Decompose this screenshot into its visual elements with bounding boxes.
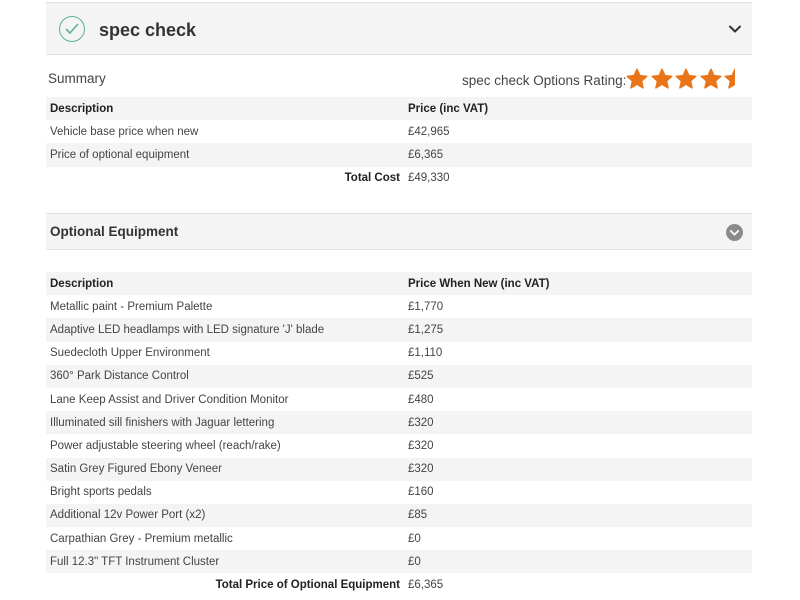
- table-row: Suedecloth Upper Environment £1,110: [46, 342, 752, 365]
- column-header-description: Description: [46, 97, 404, 121]
- row-description: Metallic paint - Premium Palette: [50, 300, 213, 313]
- row-price: £0: [408, 532, 421, 545]
- table-row: Bright sports pedals £160: [46, 481, 752, 504]
- star-icon: [675, 68, 697, 89]
- star-icon: [651, 68, 672, 89]
- total-cost-label: Total Cost: [344, 172, 400, 185]
- row-description: Additional 12v Power Port (x2): [46, 503, 404, 528]
- table-row: Full 12.3" TFT Instrument Cluster £0: [46, 550, 752, 574]
- total-optional-value: £6,365: [408, 579, 444, 592]
- row-price: £6,365: [404, 143, 752, 167]
- optional-equipment-table: Description Price When New (inc VAT) Met…: [46, 272, 752, 597]
- optional-equipment-title: Optional Equipment: [50, 224, 179, 239]
- table-row: Vehicle base price when new £42,965: [46, 120, 752, 143]
- table-row: Metallic paint - Premium Palette £1,770: [46, 295, 752, 318]
- row-description: Lane Keep Assist and Driver Condition Mo…: [50, 393, 289, 406]
- row-description: Price of optional equipment: [46, 143, 404, 167]
- column-header-price: Price (inc VAT): [404, 97, 752, 121]
- table-row: 360° Park Distance Control £525: [46, 364, 752, 388]
- header-title: spec check: [99, 20, 197, 40]
- table-header-row: Description Price When New (inc VAT): [46, 272, 752, 296]
- table-row: Satin Grey Figured Ebony Veneer £320: [46, 457, 752, 481]
- optional-equipment-header[interactable]: Optional Equipment: [46, 213, 752, 250]
- row-price: £1,770: [408, 300, 444, 313]
- row-price: £320: [408, 439, 434, 452]
- column-header-price: Price When New (inc VAT): [404, 272, 752, 296]
- total-row: Total Price of Optional Equipment £6,365: [46, 573, 752, 596]
- summary-label: Summary: [48, 71, 106, 86]
- row-price: £42,965: [408, 125, 450, 138]
- row-description: Bright sports pedals: [50, 486, 152, 499]
- row-description: Vehicle base price when new: [50, 125, 199, 138]
- star-icon: [724, 68, 735, 89]
- column-header-description: Description: [46, 272, 404, 296]
- rating-label: spec check Options Rating:: [462, 73, 627, 88]
- star-icon: [626, 68, 648, 89]
- table-row: Additional 12v Power Port (x2) £85: [46, 503, 752, 528]
- row-price: £1,275: [404, 318, 752, 342]
- row-description: Carpathian Grey - Premium metallic: [50, 532, 233, 545]
- summary-table: Description Price (inc VAT) Vehicle base…: [46, 97, 752, 190]
- chevron-down-icon[interactable]: [728, 24, 742, 34]
- row-description: Illuminated sill finishers with Jaguar l…: [46, 411, 404, 435]
- options-rating-stars: [626, 68, 749, 90]
- row-price: £525: [404, 364, 752, 388]
- table-row: Adaptive LED headlamps with LED signatur…: [46, 318, 752, 342]
- table-row: Illuminated sill finishers with Jaguar l…: [46, 411, 752, 435]
- total-optional-label: Total Price of Optional Equipment: [215, 579, 400, 592]
- check-circle-icon: [59, 16, 85, 42]
- row-description: Adaptive LED headlamps with LED signatur…: [46, 318, 404, 342]
- spec-check-header[interactable]: spec check: [46, 2, 752, 55]
- table-row: Power adjustable steering wheel (reach/r…: [46, 434, 752, 457]
- row-price: £0: [404, 550, 752, 574]
- row-price: £320: [404, 457, 752, 481]
- row-description: Satin Grey Figured Ebony Veneer: [46, 457, 404, 481]
- row-price: £1,110: [408, 347, 443, 360]
- table-row: Carpathian Grey - Premium metallic £0: [46, 527, 752, 550]
- row-description: Suedecloth Upper Environment: [50, 347, 210, 360]
- row-price: £320: [404, 411, 752, 435]
- star-icon: [700, 68, 721, 89]
- row-description: Full 12.3" TFT Instrument Cluster: [46, 550, 404, 574]
- row-price: £160: [408, 486, 434, 499]
- table-row: Lane Keep Assist and Driver Condition Mo…: [46, 388, 752, 411]
- total-row: Total Cost £49,330: [46, 167, 752, 190]
- row-price: £85: [404, 503, 752, 528]
- total-cost-value: £49,330: [408, 172, 450, 185]
- row-price: £480: [408, 393, 434, 406]
- table-row: Price of optional equipment £6,365: [46, 143, 752, 167]
- table-header-row: Description Price (inc VAT): [46, 97, 752, 121]
- row-description: Power adjustable steering wheel (reach/r…: [50, 439, 281, 452]
- circle-chevron-down-icon[interactable]: [726, 224, 743, 241]
- row-description: 360° Park Distance Control: [46, 364, 404, 388]
